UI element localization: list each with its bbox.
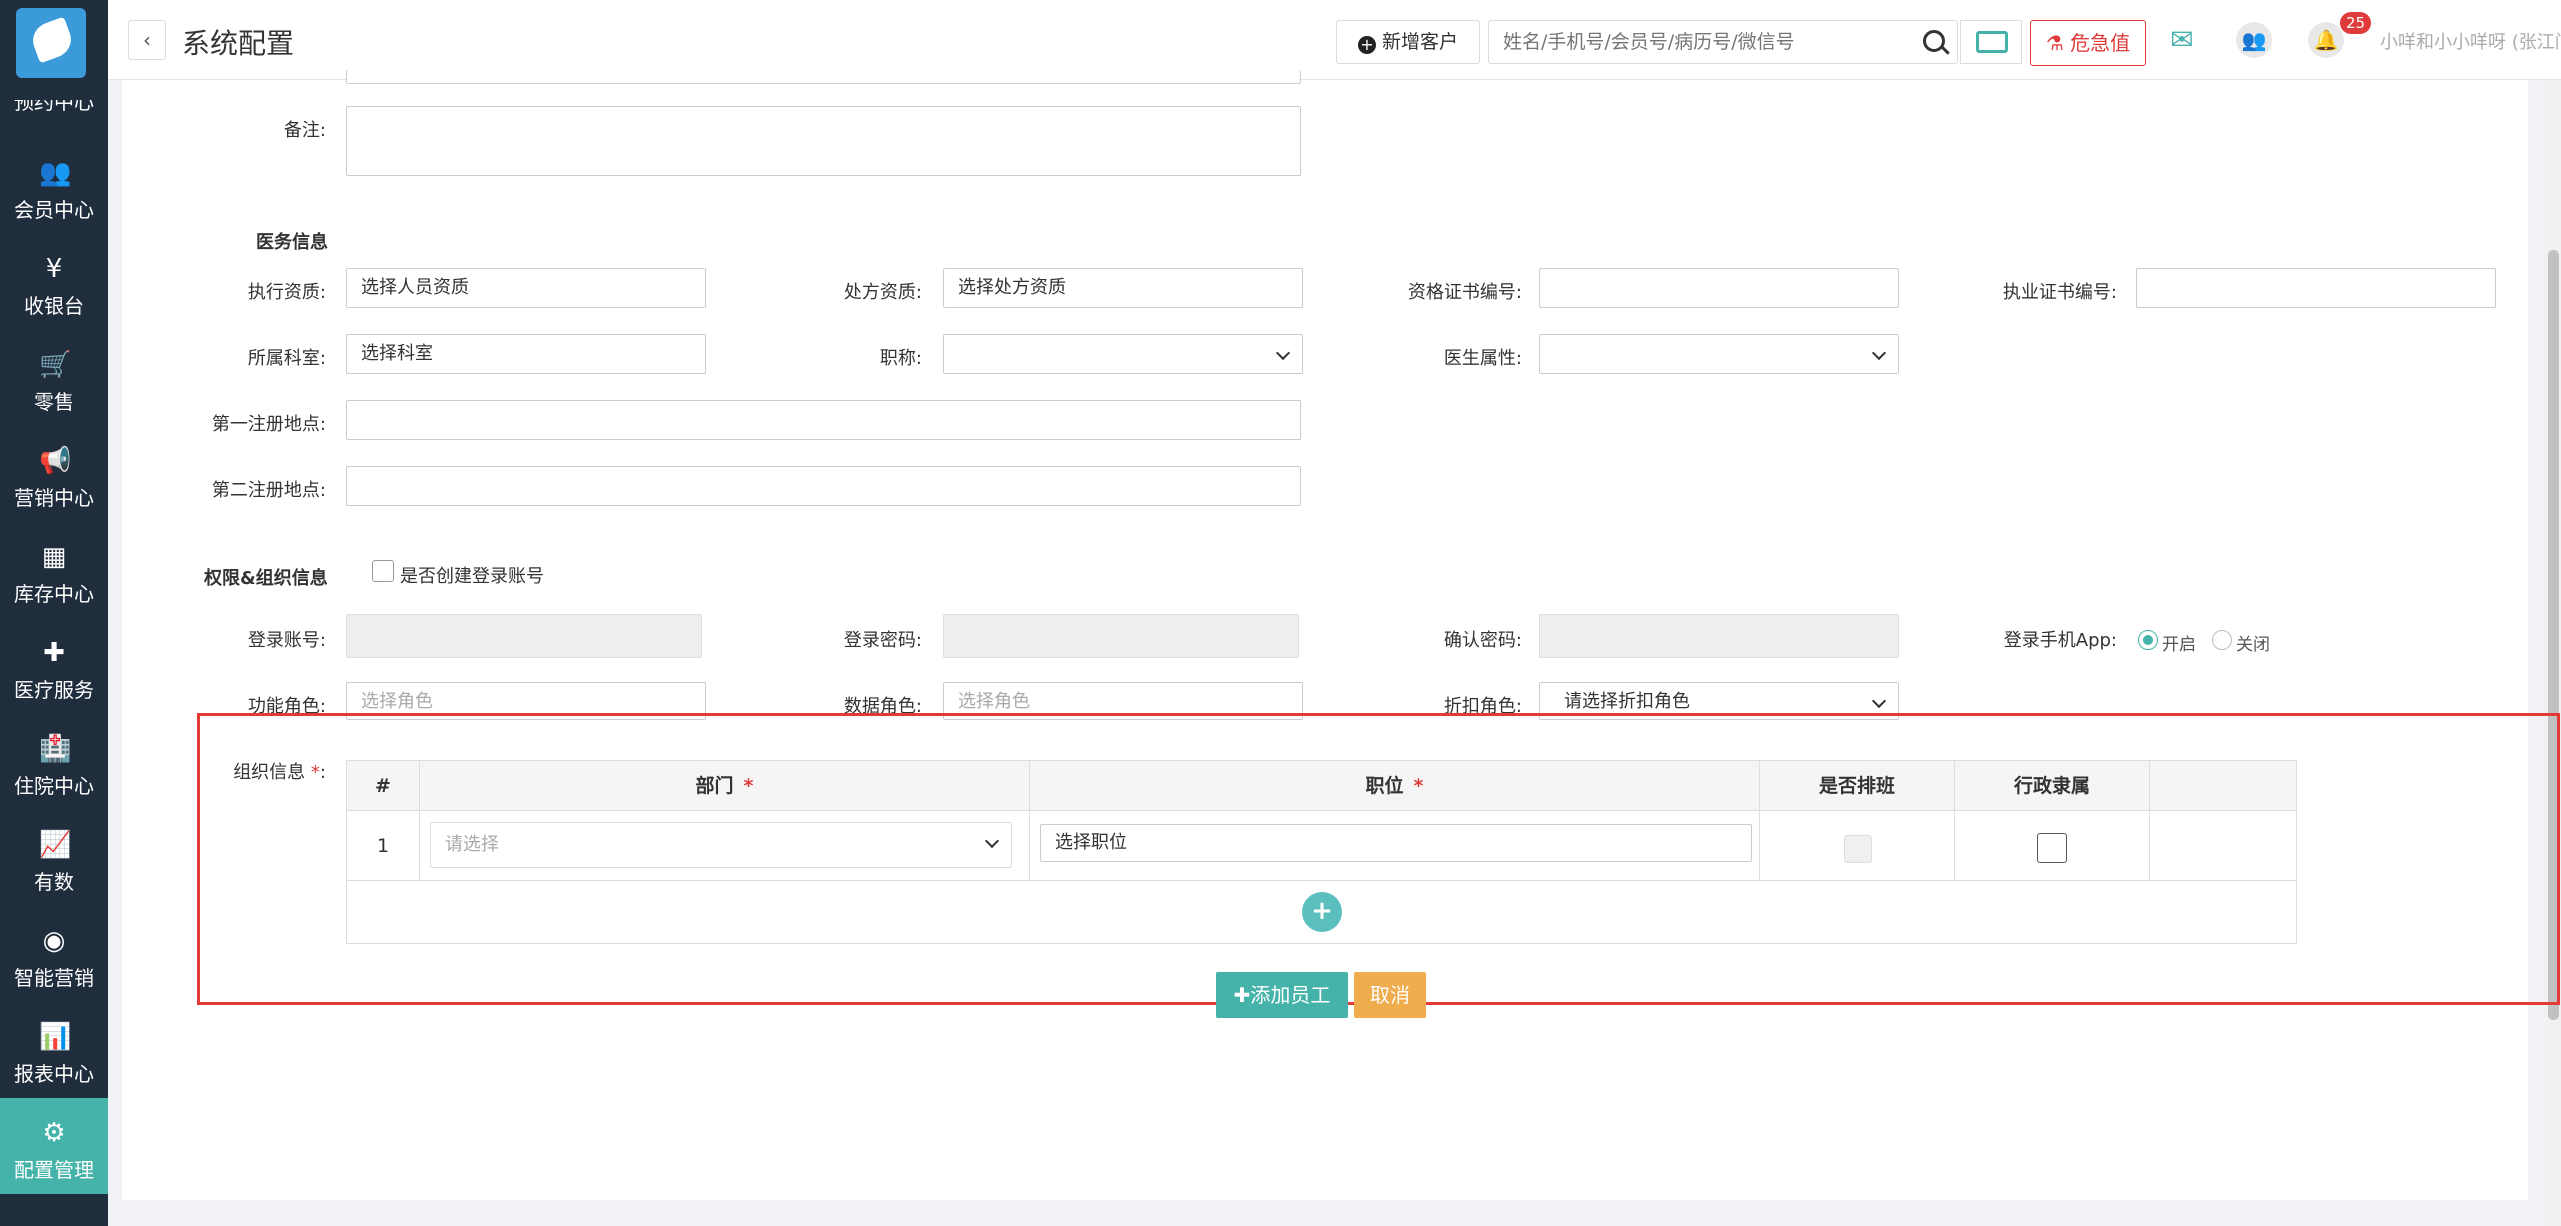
notification-icon[interactable]: 🔔 bbox=[2308, 22, 2344, 58]
rx-qual-label: 处方资质: bbox=[843, 282, 922, 303]
plus-icon: ✚ bbox=[1233, 983, 1251, 1007]
confirm-pwd-label: 确认密码: bbox=[1443, 630, 1522, 651]
megaphone-icon: 📢 bbox=[39, 446, 72, 476]
cert-no-label: 资格证书编号: bbox=[1407, 282, 1522, 303]
login-account-input[interactable] bbox=[346, 614, 702, 658]
bar-chart-icon: 📊 bbox=[39, 1022, 72, 1052]
dept-label: 所属科室: bbox=[247, 348, 326, 369]
create-account-label: 是否创建登录账号 bbox=[400, 566, 544, 587]
exec-qual-label: 执行资质: bbox=[247, 282, 326, 303]
cart-icon: 🛒 bbox=[39, 350, 72, 380]
mobile-app-label: 登录手机App: bbox=[2003, 630, 2117, 651]
license-no-input[interactable] bbox=[2136, 268, 2496, 308]
grid-icon: ▦ bbox=[41, 542, 67, 572]
cert-no-input[interactable] bbox=[1539, 268, 1899, 308]
perm-section-title: 权限&组织信息 bbox=[204, 568, 328, 589]
trend-icon: 📈 bbox=[39, 830, 72, 860]
app-on-label: 开启 bbox=[2162, 635, 2196, 655]
medical-section-title: 医务信息 bbox=[256, 232, 328, 253]
user-menu[interactable]: 小咩和小小咩呀 (张江门诊部) ⌄ bbox=[2380, 28, 2561, 54]
second-reg-label: 第二注册地点: bbox=[211, 480, 326, 501]
sidebar-item-smart-marketing[interactable]: ◉ 智能营销 bbox=[0, 906, 108, 1002]
app-off-radio[interactable] bbox=[2212, 630, 2232, 650]
sidebar-item-inpatient[interactable]: 🏥 住院中心 bbox=[0, 714, 108, 810]
previous-field-partial[interactable] bbox=[346, 70, 1301, 84]
dept-select[interactable]: 选择科室 bbox=[346, 334, 706, 374]
login-pwd-input[interactable] bbox=[943, 614, 1299, 658]
sidebar-item-inventory[interactable]: ▦ 库存中心 bbox=[0, 522, 108, 618]
sidebar-item-config[interactable]: ⚙ 配置管理 bbox=[0, 1098, 108, 1194]
license-no-label: 执业证书编号: bbox=[2002, 282, 2117, 303]
login-pwd-label: 登录密码: bbox=[843, 630, 922, 651]
second-reg-input[interactable] bbox=[346, 466, 1301, 506]
app-logo[interactable] bbox=[16, 8, 86, 78]
sidebar-item-appointment-partial[interactable]: 预约中心 bbox=[0, 100, 108, 120]
notification-badge: 25 bbox=[2340, 12, 2372, 34]
first-reg-input[interactable] bbox=[346, 400, 1301, 440]
sidebar-item-data[interactable]: 📈 有数 bbox=[0, 810, 108, 906]
remark-textarea[interactable] bbox=[346, 106, 1301, 176]
search-icon[interactable] bbox=[1923, 30, 1945, 52]
title-select[interactable] bbox=[943, 334, 1303, 374]
smart-marketing-icon: ◉ bbox=[42, 926, 66, 956]
customer-search bbox=[1488, 20, 1958, 64]
team-icon[interactable]: 👥 bbox=[2236, 22, 2272, 58]
top-header: ‹ 系统配置 +新增客户 ⚗ 危急值 ✉ 👥 🔔 25 小咩和小小咩呀 (张江门… bbox=[108, 0, 2561, 80]
cancel-button[interactable]: 取消 bbox=[1354, 972, 1426, 1018]
hospital-icon: 🏥 bbox=[39, 734, 72, 764]
confirm-pwd-input[interactable] bbox=[1539, 614, 1899, 658]
first-reg-label: 第一注册地点: bbox=[211, 414, 326, 435]
title-label: 职称: bbox=[879, 348, 922, 369]
doctor-attr-select[interactable] bbox=[1539, 334, 1899, 374]
sidebar: 预约中心 👥 会员中心 ¥ 收银台 🛒 零售 📢 营销中心 ▦ 库存中心 ✚ 医疗服务 🏥 住… bbox=[0, 0, 108, 1226]
sidebar-item-cashier[interactable]: ¥ 收银台 bbox=[0, 234, 108, 330]
search-input[interactable] bbox=[1489, 21, 1889, 63]
rx-qual-select[interactable]: 选择处方资质 bbox=[943, 268, 1303, 308]
doctor-attr-label: 医生属性: bbox=[1443, 348, 1522, 369]
sidebar-item-members[interactable]: 👥 会员中心 bbox=[0, 138, 108, 234]
gear-icon: ⚙ bbox=[42, 1118, 66, 1148]
highlight-box bbox=[197, 713, 2560, 1005]
exec-qual-select[interactable]: 选择人员资质 bbox=[346, 268, 706, 308]
sidebar-item-retail[interactable]: 🛒 零售 bbox=[0, 330, 108, 426]
app-on-radio[interactable] bbox=[2138, 630, 2158, 650]
add-staff-button[interactable]: ✚添加员工 bbox=[1216, 972, 1348, 1018]
sidebar-item-reports[interactable]: 📊 报表中心 bbox=[0, 1002, 108, 1098]
page-title: 系统配置 bbox=[182, 27, 295, 60]
yen-icon: ¥ bbox=[45, 254, 63, 284]
remark-label: 备注: bbox=[283, 120, 326, 141]
app-off-label: 关闭 bbox=[2236, 635, 2270, 655]
medkit-icon: ✚ bbox=[43, 638, 65, 668]
back-button[interactable]: ‹ bbox=[128, 20, 166, 60]
critical-value-button[interactable]: ⚗ 危急值 bbox=[2030, 20, 2146, 66]
new-customer-button[interactable]: + 新增客户 bbox=[1336, 20, 1480, 64]
create-account-checkbox[interactable] bbox=[372, 560, 394, 582]
plus-circle-icon: + bbox=[1357, 36, 1376, 54]
wechat-icon[interactable]: ✉ bbox=[2164, 22, 2200, 58]
id-card-button[interactable] bbox=[1960, 20, 2022, 64]
id-card-icon bbox=[1976, 31, 2008, 53]
login-account-label: 登录账号: bbox=[247, 630, 326, 651]
sidebar-item-marketing[interactable]: 📢 营销中心 bbox=[0, 426, 108, 522]
sidebar-item-medical[interactable]: ✚ 医疗服务 bbox=[0, 618, 108, 714]
users-icon: 👥 bbox=[39, 158, 72, 188]
flask-icon: ⚗ bbox=[2045, 31, 2071, 55]
